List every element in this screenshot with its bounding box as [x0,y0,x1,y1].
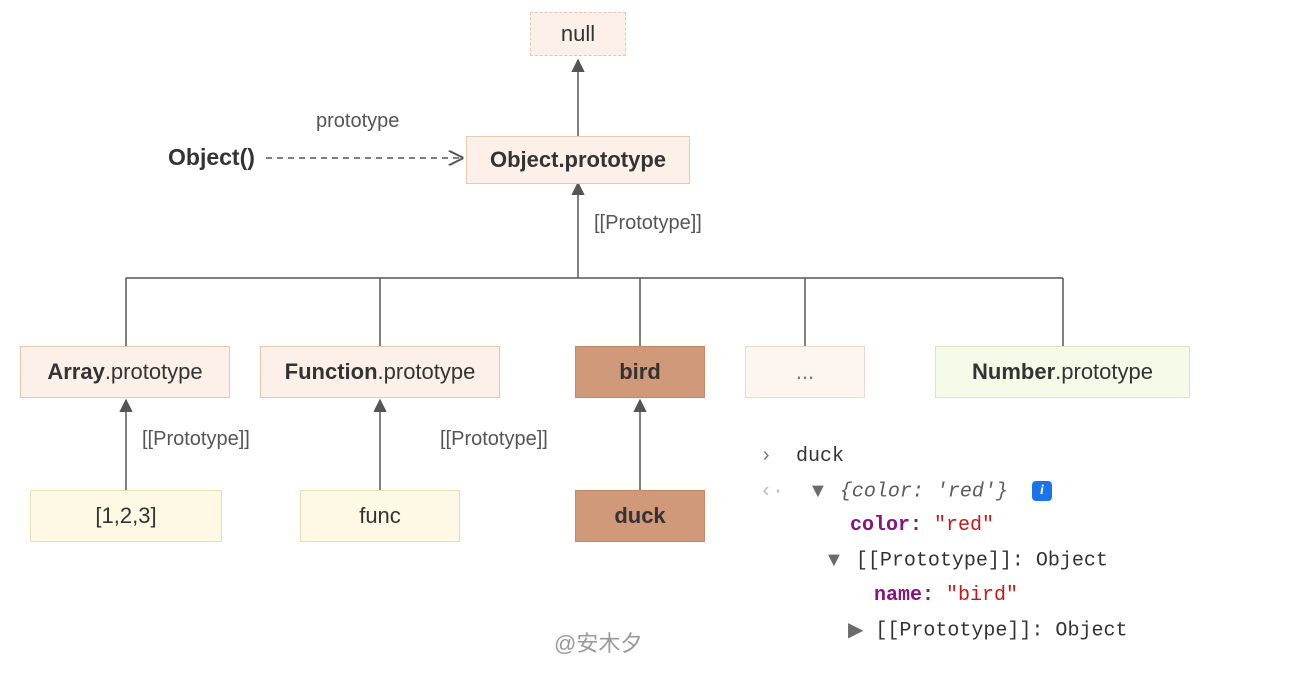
node-null: null [530,12,626,56]
console-output-line: ‹· ▼ {color: 'red'} i [760,474,1280,509]
node-bird: bird [575,346,705,398]
info-icon[interactable]: i [1032,481,1052,501]
node-duck: duck [575,490,705,542]
duck-text: duck [614,503,665,529]
console-prop-color: color: "red" [760,509,1280,543]
label-prototype-slot-2: [[Prototype]] [142,428,250,451]
console-input: duck [796,445,844,468]
node-object-prototype: Object.prototype [466,136,690,184]
console-prop-name: name: "bird" [760,579,1280,613]
triangle-down-icon[interactable]: ▼ [824,543,844,577]
console-proto-1: ▼ [[Prototype]]: Object [760,543,1280,578]
null-text: null [561,21,595,47]
node-array-instance: [1,2,3] [30,490,222,542]
node-function-prototype: Function.prototype [260,346,500,398]
triangle-right-icon[interactable]: ▶ [848,613,863,647]
obj-summary: {color: 'red'} [840,480,1020,503]
node-number-prototype: Number.prototype [935,346,1190,398]
ellipsis-text: ... [796,359,814,385]
object-prototype-text: Object.prototype [490,147,666,173]
node-ellipsis: ... [745,346,865,398]
label-prototype-slot-3: [[Prototype]] [440,428,548,451]
array-bold: Array.prototype [47,359,202,385]
function-bold: Function.prototype [285,359,476,385]
func-text: func [359,503,401,529]
out-prompt-icon: ‹· [760,480,784,503]
node-func-instance: func [300,490,460,542]
label-prototype-slot-1: [[Prototype]] [594,212,702,235]
arr123-text: [1,2,3] [95,503,156,529]
triangle-down-icon[interactable]: ▼ [808,474,828,508]
prompt-icon: › [760,445,772,468]
console-panel: › duck ‹· ▼ {color: 'red'} i color: "red… [760,440,1280,648]
label-prototype: prototype [316,110,399,133]
watermark: @安木夕 [554,626,642,658]
console-proto-2: ▶ [[Prototype]]: Object [760,613,1280,648]
node-array-prototype: Array.prototype [20,346,230,398]
number-bold: Number.prototype [972,359,1153,385]
node-object-fn: Object() [168,144,255,171]
bird-text: bird [619,359,661,385]
console-input-line: › duck [760,440,1280,474]
